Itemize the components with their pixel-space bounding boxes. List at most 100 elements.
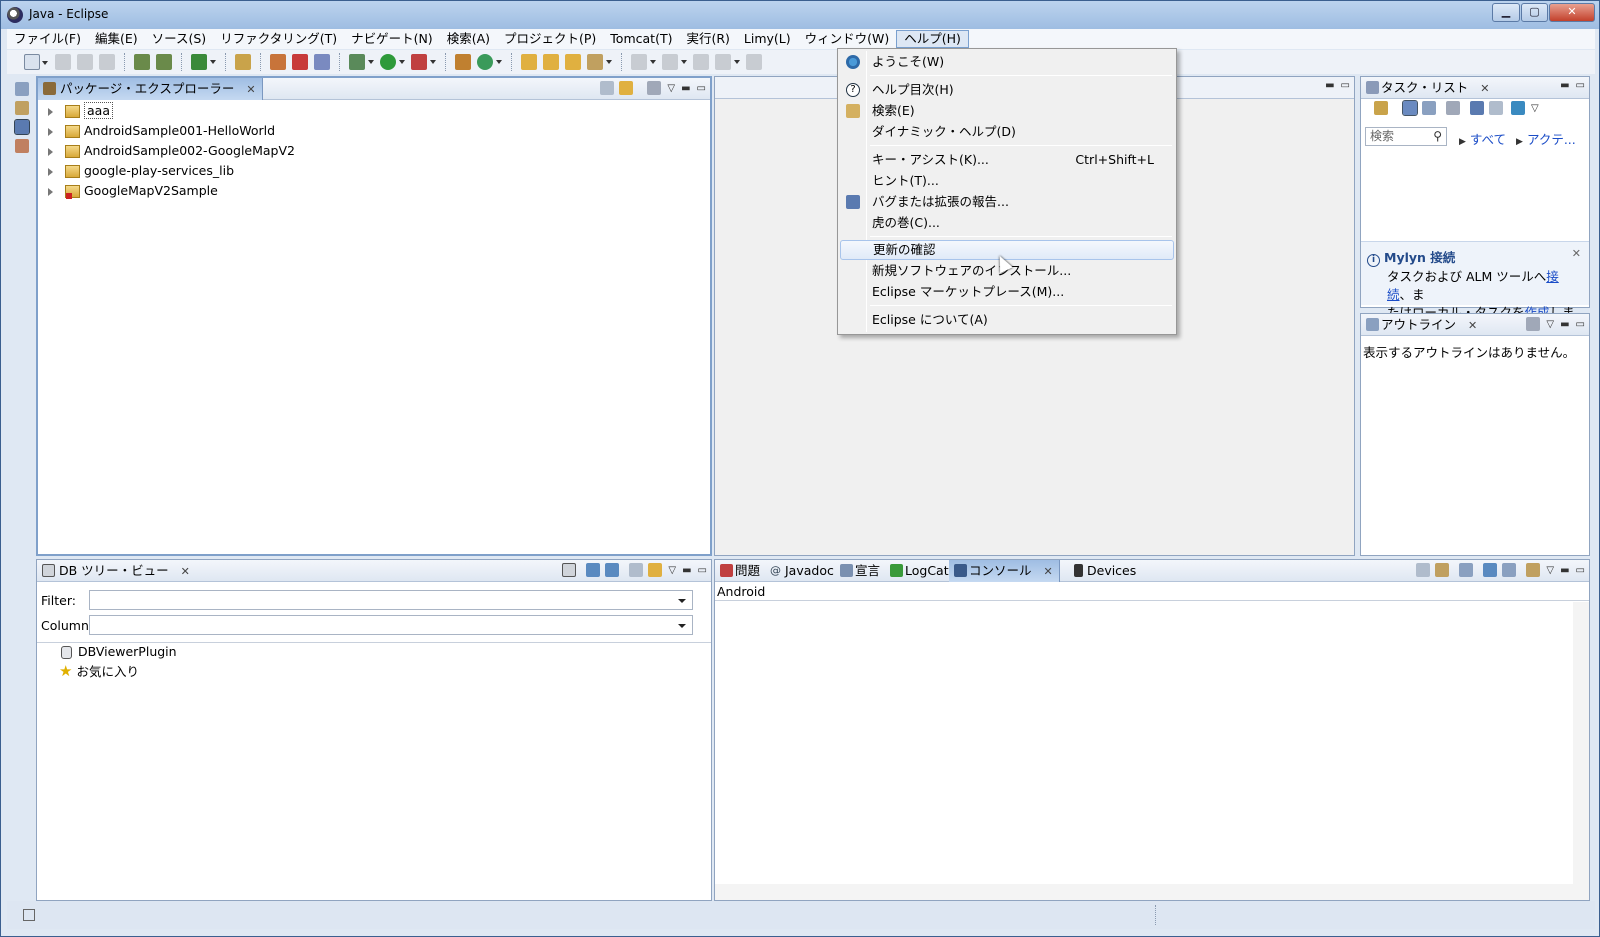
next-annotation-icon[interactable] — [631, 54, 656, 70]
menu-window[interactable]: ウィンドウ(W) — [798, 30, 897, 48]
menu-tomcat[interactable]: Tomcat(T) — [603, 30, 679, 48]
link-with-editor-icon[interactable] — [648, 563, 663, 577]
back-icon[interactable] — [715, 54, 740, 70]
open-type-icon[interactable] — [521, 54, 537, 70]
new-package-icon[interactable] — [455, 54, 471, 70]
minimize-view-icon[interactable]: ▬ — [1325, 80, 1334, 91]
tab-logcat[interactable]: LogCat — [885, 560, 955, 582]
menu-help[interactable]: ヘルプ(H) — [896, 30, 969, 48]
scroll-lock-icon[interactable] — [1435, 563, 1450, 577]
focus-icon[interactable] — [1526, 317, 1541, 331]
tree-item[interactable]: AndroidSample002-GoogleMapV2 — [48, 141, 295, 160]
menu-item-about[interactable]: Eclipse について(A) — [840, 310, 1174, 330]
expand-arrow-icon[interactable] — [48, 127, 57, 136]
minimize-view-icon[interactable]: ▬ — [681, 83, 690, 94]
tab-db-tree[interactable]: DB ツリー・ビュー ✕ — [37, 560, 196, 582]
tree-item[interactable]: aaa — [48, 101, 113, 120]
collapse-all-icon[interactable] — [629, 563, 644, 577]
open-folder-icon[interactable] — [565, 54, 581, 70]
display-selected-console-icon[interactable] — [1502, 563, 1517, 577]
android-avd-manager-icon[interactable] — [156, 54, 172, 70]
menu-item-help-search[interactable]: 検索(E) — [840, 101, 1174, 121]
focus-icon[interactable] — [1446, 101, 1460, 115]
pin-console-icon[interactable] — [1459, 563, 1474, 577]
menu-navigate[interactable]: ナビゲート(N) — [344, 30, 440, 48]
expand-arrow-icon[interactable] — [48, 187, 57, 196]
collapse-all-icon[interactable] — [1489, 101, 1503, 115]
filter-active-link[interactable]: アクテ... — [1527, 132, 1576, 147]
task-search-input[interactable]: 検索 ⚲ — [1365, 127, 1447, 146]
maximize-view-icon[interactable]: ▭ — [1576, 565, 1585, 576]
package-explorer-icon[interactable] — [14, 119, 30, 135]
scheduled-icon[interactable] — [1422, 101, 1436, 115]
column-combo[interactable] — [89, 615, 693, 635]
minimize-view-icon[interactable]: ▬ — [1560, 565, 1569, 576]
view-menu-icon[interactable]: ▽ — [1546, 565, 1554, 576]
minimize-view-icon[interactable]: ▬ — [682, 565, 691, 576]
expand-arrow-icon[interactable] — [48, 167, 57, 176]
tab-devices[interactable]: Devices — [1067, 560, 1142, 582]
view-menu-icon[interactable]: ▽ — [1531, 103, 1539, 114]
forward-icon[interactable] — [746, 54, 762, 70]
open-task-icon[interactable] — [543, 54, 559, 70]
hide-completed-icon[interactable] — [1470, 101, 1484, 115]
menu-limy[interactable]: Limy(L) — [737, 30, 798, 48]
categorized-icon[interactable] — [1402, 100, 1418, 116]
fast-view-icon[interactable] — [23, 909, 35, 921]
menu-source[interactable]: ソース(S) — [145, 30, 214, 48]
new-icon[interactable] — [24, 54, 48, 70]
tab-package-explorer[interactable]: パッケージ・エクスプローラー ✕ — [38, 78, 263, 100]
maximize-button[interactable]: ▢ — [1521, 3, 1548, 22]
bug-report-icon[interactable] — [314, 54, 330, 70]
tab-console[interactable]: コンソール ✕ — [949, 560, 1060, 582]
menu-item-marketplace[interactable]: Eclipse マーケットプレース(M)... — [840, 282, 1174, 302]
debug-icon[interactable] — [349, 54, 374, 70]
maximize-view-icon[interactable]: ▭ — [1576, 319, 1585, 330]
hierarchy-icon[interactable] — [15, 101, 29, 115]
menu-edit[interactable]: 編集(E) — [88, 30, 145, 48]
tab-task-list[interactable]: タスク・リスト ✕ — [1361, 77, 1495, 99]
restore-icon[interactable] — [15, 82, 29, 96]
open-console-icon[interactable] — [1483, 563, 1498, 577]
export-icon[interactable] — [605, 563, 620, 577]
new-task-icon[interactable] — [1374, 101, 1388, 115]
minimize-view-icon[interactable]: ▬ — [1560, 80, 1569, 91]
close-button[interactable]: ✕ — [1549, 3, 1595, 22]
new-console-icon[interactable] — [1526, 563, 1541, 577]
menu-run[interactable]: 実行(R) — [679, 30, 736, 48]
menu-item-dynamic-help[interactable]: ダイナミック・ヘルプ(D) — [840, 122, 1174, 142]
close-icon[interactable]: ✕ — [1468, 319, 1477, 332]
view-menu-icon[interactable]: ▽ — [1546, 319, 1554, 330]
collapse-all-icon[interactable] — [600, 81, 615, 95]
menu-item-help-contents[interactable]: ? ヘルプ目次(H) — [840, 80, 1174, 100]
maximize-view-icon[interactable]: ▭ — [1576, 80, 1585, 91]
minimize-button[interactable]: ▁ — [1492, 3, 1520, 22]
maximize-view-icon[interactable]: ▭ — [697, 83, 706, 94]
close-icon[interactable]: ✕ — [1044, 565, 1053, 578]
tab-javadoc[interactable]: @ Javadoc — [765, 560, 840, 582]
menu-item-key-assist[interactable]: キー・アシスト(K)... Ctrl+Shift+L — [840, 150, 1174, 170]
external-tools-icon[interactable] — [411, 54, 436, 70]
clear-console-icon[interactable] — [1416, 563, 1431, 577]
android-sdk-manager-icon[interactable] — [134, 54, 150, 70]
menu-item-welcome[interactable]: ようこそ(W) — [840, 52, 1174, 72]
menu-item-tips[interactable]: ヒント(T)... — [840, 171, 1174, 191]
tab-outline[interactable]: アウトライン ✕ — [1361, 314, 1483, 336]
previous-annotation-icon[interactable] — [662, 54, 687, 70]
menu-item-cheat-sheets[interactable]: 虎の巻(C)... — [840, 213, 1174, 233]
close-icon[interactable]: ✕ — [1572, 247, 1581, 260]
menu-refactor[interactable]: リファクタリング(T) — [213, 30, 344, 48]
minimize-view-icon[interactable]: ▬ — [1560, 319, 1569, 330]
view-menu-icon[interactable]: ▽ — [668, 565, 676, 576]
expand-arrow-icon[interactable] — [48, 147, 57, 156]
filter-combo[interactable] — [89, 590, 693, 610]
menu-search[interactable]: 検索(A) — [440, 30, 497, 48]
maximize-view-icon[interactable]: ▭ — [698, 565, 707, 576]
expand-arrow-icon[interactable] — [48, 107, 57, 116]
tree-item[interactable]: AndroidSample001-HelloWorld — [48, 121, 275, 140]
menu-file[interactable]: ファイル(F) — [7, 30, 88, 48]
link-with-editor-icon[interactable] — [619, 81, 634, 95]
synchronize-icon[interactable] — [1511, 101, 1525, 115]
focus-on-task-icon[interactable] — [647, 81, 662, 95]
new-java-class-icon[interactable] — [235, 54, 251, 70]
